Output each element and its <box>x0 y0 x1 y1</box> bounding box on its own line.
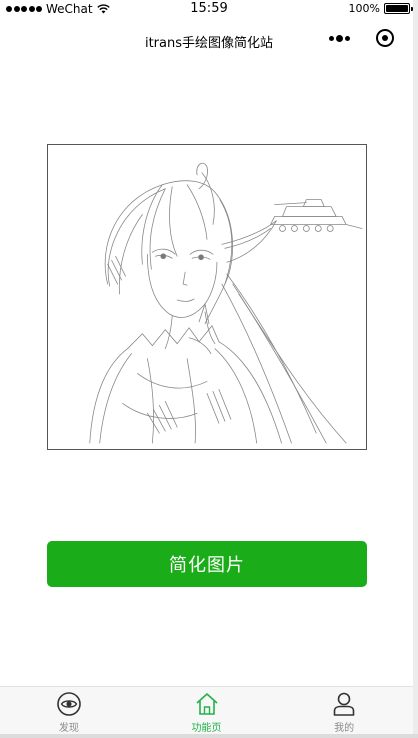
nav-bar: itrans手绘图像简化站 <box>0 20 418 62</box>
tab-discover[interactable]: 发现 <box>0 687 138 735</box>
tab-label-functions: 功能页 <box>191 723 222 734</box>
tab-label-mine: 我的 <box>334 723 355 734</box>
battery-info: 100% <box>348 2 413 15</box>
tab-label-discover: 发现 <box>58 723 79 734</box>
close-target-icon[interactable] <box>376 29 394 47</box>
eye-icon <box>57 692 81 716</box>
more-icon[interactable] <box>329 34 350 42</box>
person-icon <box>333 692 355 716</box>
battery-icon <box>384 3 413 14</box>
home-icon <box>195 693 218 715</box>
tab-functions[interactable]: 功能页 <box>138 687 276 735</box>
simplify-image-button[interactable]: 简化图片 <box>47 541 367 587</box>
mini-program-capsule <box>329 29 394 47</box>
status-bar: WeChat 15:59 100% <box>0 0 418 20</box>
bottom-divider <box>0 734 418 738</box>
battery-percent: 100% <box>348 2 380 15</box>
tab-bar: 发现 功能页 我的 <box>0 686 413 735</box>
anime-sketch-image <box>89 162 363 444</box>
sketch-image[interactable] <box>47 144 367 450</box>
tab-mine[interactable]: 我的 <box>275 687 413 735</box>
scrollbar-track <box>413 0 418 738</box>
